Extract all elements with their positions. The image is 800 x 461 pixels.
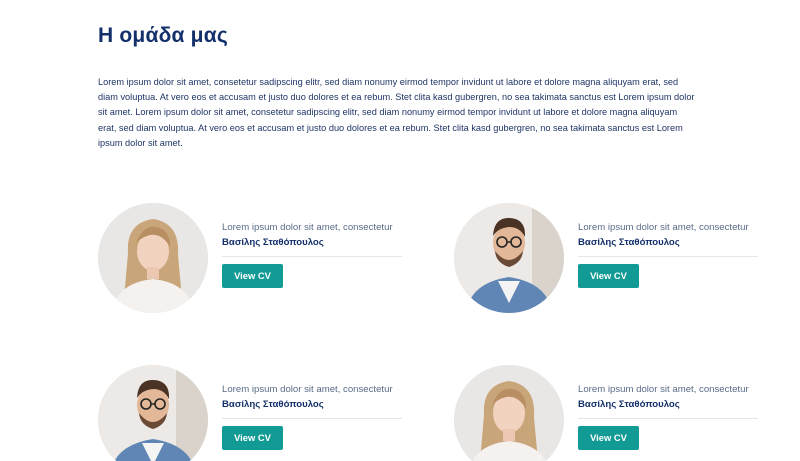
member-role: Lorem ipsum dolor sit amet, consectetur	[222, 384, 393, 395]
member-role: Lorem ipsum dolor sit amet, consectetur	[222, 222, 393, 233]
member-role: Lorem ipsum dolor sit amet, consectetur	[578, 222, 749, 233]
member-role: Lorem ipsum dolor sit amet, consectetur	[578, 384, 749, 395]
intro-paragraph: Lorem ipsum dolor sit amet, consetetur s…	[98, 77, 695, 148]
member-name: Βασίλης Σταθόπουλος	[222, 399, 324, 410]
team-member-card: Lorem ipsum dolor sit amet, consectetur …	[98, 203, 408, 315]
man-portrait-photo	[98, 365, 208, 461]
view-cv-button[interactable]: View CV	[222, 426, 283, 450]
member-name: Βασίλης Σταθόπουλος	[222, 237, 324, 248]
woman-portrait-photo	[98, 203, 208, 313]
divider	[222, 256, 402, 257]
woman-portrait-photo	[454, 365, 564, 461]
member-name: Βασίλης Σταθόπουλος	[578, 399, 680, 410]
man-portrait-photo	[454, 203, 564, 313]
team-member-card: Lorem ipsum dolor sit amet, consectetur …	[98, 365, 408, 461]
team-member-card: Lorem ipsum dolor sit amet, consectetur …	[454, 203, 764, 315]
view-cv-button[interactable]: View CV	[222, 264, 283, 288]
section-title: Η ομάδα μας	[98, 24, 228, 47]
divider	[578, 256, 758, 257]
divider	[222, 418, 402, 419]
view-cv-button[interactable]: View CV	[578, 426, 639, 450]
member-name: Βασίλης Σταθόπουλος	[578, 237, 680, 248]
divider	[578, 418, 758, 419]
team-member-card: Lorem ipsum dolor sit amet, consectetur …	[454, 365, 764, 461]
view-cv-button[interactable]: View CV	[578, 264, 639, 288]
